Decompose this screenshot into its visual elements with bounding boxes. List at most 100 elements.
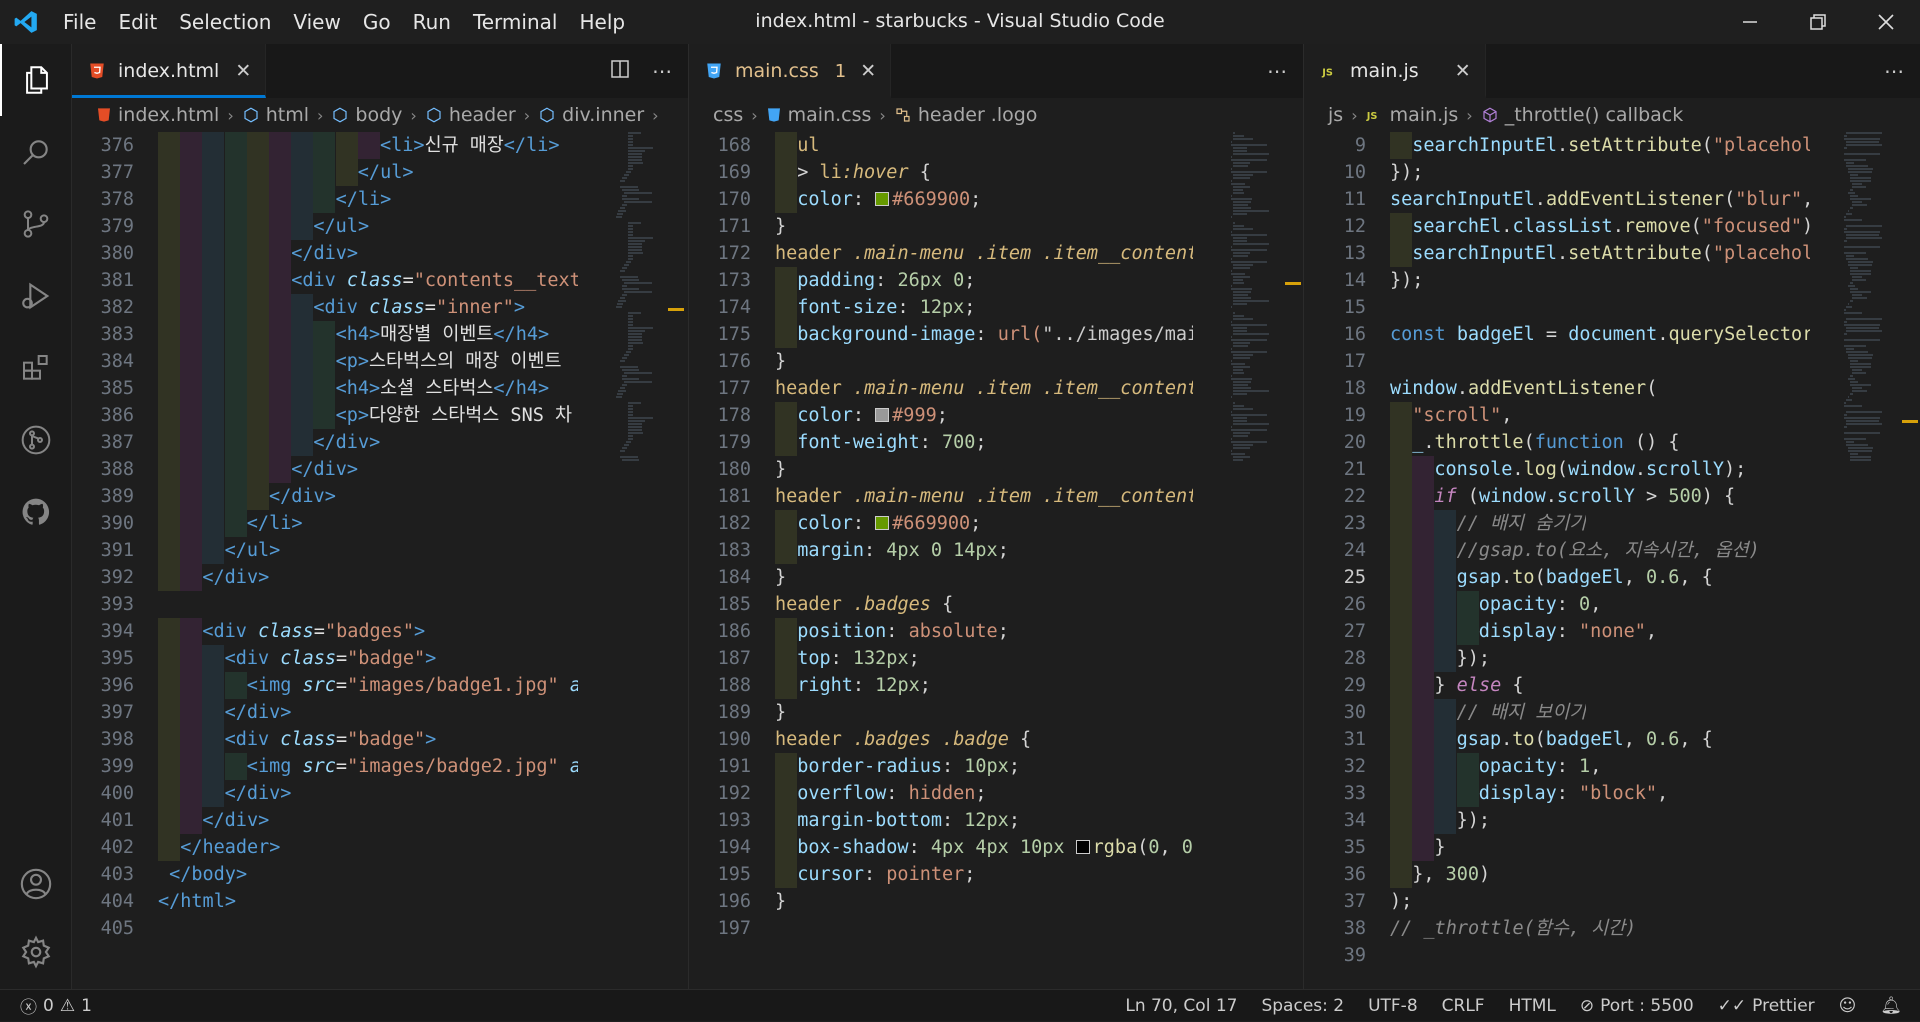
breadcrumb-item[interactable]: header .logo <box>918 104 1038 126</box>
breadcrumb-item[interactable]: header <box>449 104 516 126</box>
code-line[interactable]: 19"scroll", <box>1304 402 1920 429</box>
code-line[interactable]: 389</div> <box>72 483 688 510</box>
code-line[interactable]: 402</header> <box>72 834 688 861</box>
code-line[interactable]: 174font-size: 12px; <box>689 294 1303 321</box>
color-swatch[interactable] <box>875 192 889 206</box>
code-line[interactable]: 388</div> <box>72 456 688 483</box>
code-line[interactable]: 178color: #999; <box>689 402 1303 429</box>
menu-selection[interactable]: Selection <box>168 0 282 44</box>
git-graph-icon[interactable] <box>0 404 72 476</box>
code-line[interactable]: 188right: 12px; <box>689 672 1303 699</box>
breadcrumb-item[interactable]: css <box>713 104 743 126</box>
search-icon[interactable] <box>0 116 72 188</box>
code-line[interactable]: 179font-weight: 700; <box>689 429 1303 456</box>
code-line[interactable]: 390</li> <box>72 510 688 537</box>
close-tab-icon[interactable]: ✕ <box>235 60 251 82</box>
code-line[interactable]: 185header .badges { <box>689 591 1303 618</box>
code-line[interactable]: 192overflow: hidden; <box>689 780 1303 807</box>
extensions-icon[interactable] <box>0 332 72 404</box>
code-editor[interactable]: 168ul169> li:hover {170color: #669900;17… <box>689 132 1303 989</box>
code-line[interactable]: 172header .main-menu .item .item__conten… <box>689 240 1303 267</box>
code-line[interactable]: 398<div class="badge"> <box>72 726 688 753</box>
code-line[interactable]: 181header .main-menu .item .item__conten… <box>689 483 1303 510</box>
color-swatch[interactable] <box>1076 840 1090 854</box>
close-tab-icon[interactable]: ✕ <box>1455 60 1471 82</box>
code-line[interactable]: 401</div> <box>72 807 688 834</box>
code-editor[interactable]: 9searchInputEl.setAttribute("placeholder… <box>1304 132 1920 989</box>
restore-button[interactable] <box>1784 0 1852 44</box>
breadcrumb-item[interactable]: index.html <box>118 104 219 126</box>
code-line[interactable]: 171} <box>689 213 1303 240</box>
cursor-position[interactable]: Ln 70, Col 17 <box>1113 996 1249 1016</box>
code-line[interactable]: 379</ul> <box>72 213 688 240</box>
tab-main-css[interactable]: main.css 1 ✕ <box>689 44 891 98</box>
code-line[interactable]: 168ul <box>689 132 1303 159</box>
code-line[interactable]: 30// 배지 보이기 <box>1304 699 1920 726</box>
color-swatch[interactable] <box>875 516 889 530</box>
encoding[interactable]: UTF-8 <box>1356 996 1430 1016</box>
language-mode[interactable]: HTML <box>1497 996 1568 1016</box>
prettier-status[interactable]: ✓✓Prettier <box>1706 996 1827 1016</box>
code-line[interactable]: 399<img src="images/badge2.jpg" al <box>72 753 688 780</box>
code-line[interactable]: 394<div class="badges"> <box>72 618 688 645</box>
code-line[interactable]: 191border-radius: 10px; <box>689 753 1303 780</box>
code-line[interactable]: 385<h4>소셜 스타벅스</h4> <box>72 375 688 402</box>
code-line[interactable]: 17 <box>1304 348 1920 375</box>
code-line[interactable]: 378</li> <box>72 186 688 213</box>
code-line[interactable]: 16const badgeEl = document.querySelector… <box>1304 321 1920 348</box>
menu-file[interactable]: File <box>52 0 107 44</box>
tab-main-js[interactable]: JS main.js ✕ <box>1304 44 1486 98</box>
code-line[interactable]: 391</ul> <box>72 537 688 564</box>
more-actions-icon[interactable]: ⋯ <box>1267 59 1287 83</box>
more-actions-icon[interactable]: ⋯ <box>652 59 672 83</box>
code-line[interactable]: 180} <box>689 456 1303 483</box>
breadcrumb-item[interactable]: js <box>1328 104 1343 126</box>
code-line[interactable]: 197 <box>689 915 1303 942</box>
more-actions-icon[interactable]: ⋯ <box>1884 59 1904 83</box>
code-line[interactable]: 18window.addEventListener( <box>1304 375 1920 402</box>
code-line[interactable]: 22if (window.scrollY > 500) { <box>1304 483 1920 510</box>
menu-edit[interactable]: Edit <box>107 0 168 44</box>
code-line[interactable]: 37); <box>1304 888 1920 915</box>
breadcrumb-item[interactable]: html <box>266 104 309 126</box>
code-line[interactable]: 190header .badges .badge { <box>689 726 1303 753</box>
code-line[interactable]: 381<div class="contents__textur <box>72 267 688 294</box>
breadcrumb-item[interactable]: div.inner <box>562 104 644 126</box>
minimap[interactable] <box>1231 132 1279 989</box>
breadcrumb-item[interactable]: main.css <box>788 104 872 126</box>
code-line[interactable]: 194box-shadow: 4px 4px 10px rgba(0, 0, 0 <box>689 834 1303 861</box>
code-line[interactable]: 14}); <box>1304 267 1920 294</box>
menu-go[interactable]: Go <box>352 0 402 44</box>
code-line[interactable]: 33display: "block", <box>1304 780 1920 807</box>
code-line[interactable]: 403</body> <box>72 861 688 888</box>
split-editor-icon[interactable] <box>610 59 630 83</box>
code-line[interactable]: 31gsap.to(badgeEl, 0.6, { <box>1304 726 1920 753</box>
code-line[interactable]: 15 <box>1304 294 1920 321</box>
code-line[interactable]: 400</div> <box>72 780 688 807</box>
indentation[interactable]: Spaces: 2 <box>1249 996 1356 1016</box>
code-line[interactable]: 25gsap.to(badgeEl, 0.6, { <box>1304 564 1920 591</box>
minimap[interactable] <box>616 132 664 989</box>
menu-help[interactable]: Help <box>568 0 636 44</box>
code-line[interactable]: 38// _throttle(함수, 시간) <box>1304 915 1920 942</box>
code-line[interactable]: 380</div> <box>72 240 688 267</box>
minimize-button[interactable] <box>1716 0 1784 44</box>
code-line[interactable]: 386<p>다양한 스타벅스 SNS 차 <box>72 402 688 429</box>
code-line[interactable]: 387</div> <box>72 429 688 456</box>
code-line[interactable]: 36}, 300) <box>1304 861 1920 888</box>
explorer-icon[interactable] <box>0 44 72 116</box>
code-line[interactable]: 182color: #669900; <box>689 510 1303 537</box>
code-line[interactable]: 28}); <box>1304 645 1920 672</box>
code-line[interactable]: 393 <box>72 591 688 618</box>
code-line[interactable]: 193margin-bottom: 12px; <box>689 807 1303 834</box>
github-icon[interactable] <box>0 476 72 548</box>
code-line[interactable]: 382<div class="inner"> <box>72 294 688 321</box>
code-line[interactable]: 186position: absolute; <box>689 618 1303 645</box>
color-swatch[interactable] <box>875 408 889 422</box>
code-line[interactable]: 35} <box>1304 834 1920 861</box>
source-control-icon[interactable] <box>0 188 72 260</box>
code-line[interactable]: 39 <box>1304 942 1920 969</box>
code-line[interactable]: 392</div> <box>72 564 688 591</box>
code-line[interactable]: 395<div class="badge"> <box>72 645 688 672</box>
code-line[interactable]: 376<li>신규 매장</li> <box>72 132 688 159</box>
